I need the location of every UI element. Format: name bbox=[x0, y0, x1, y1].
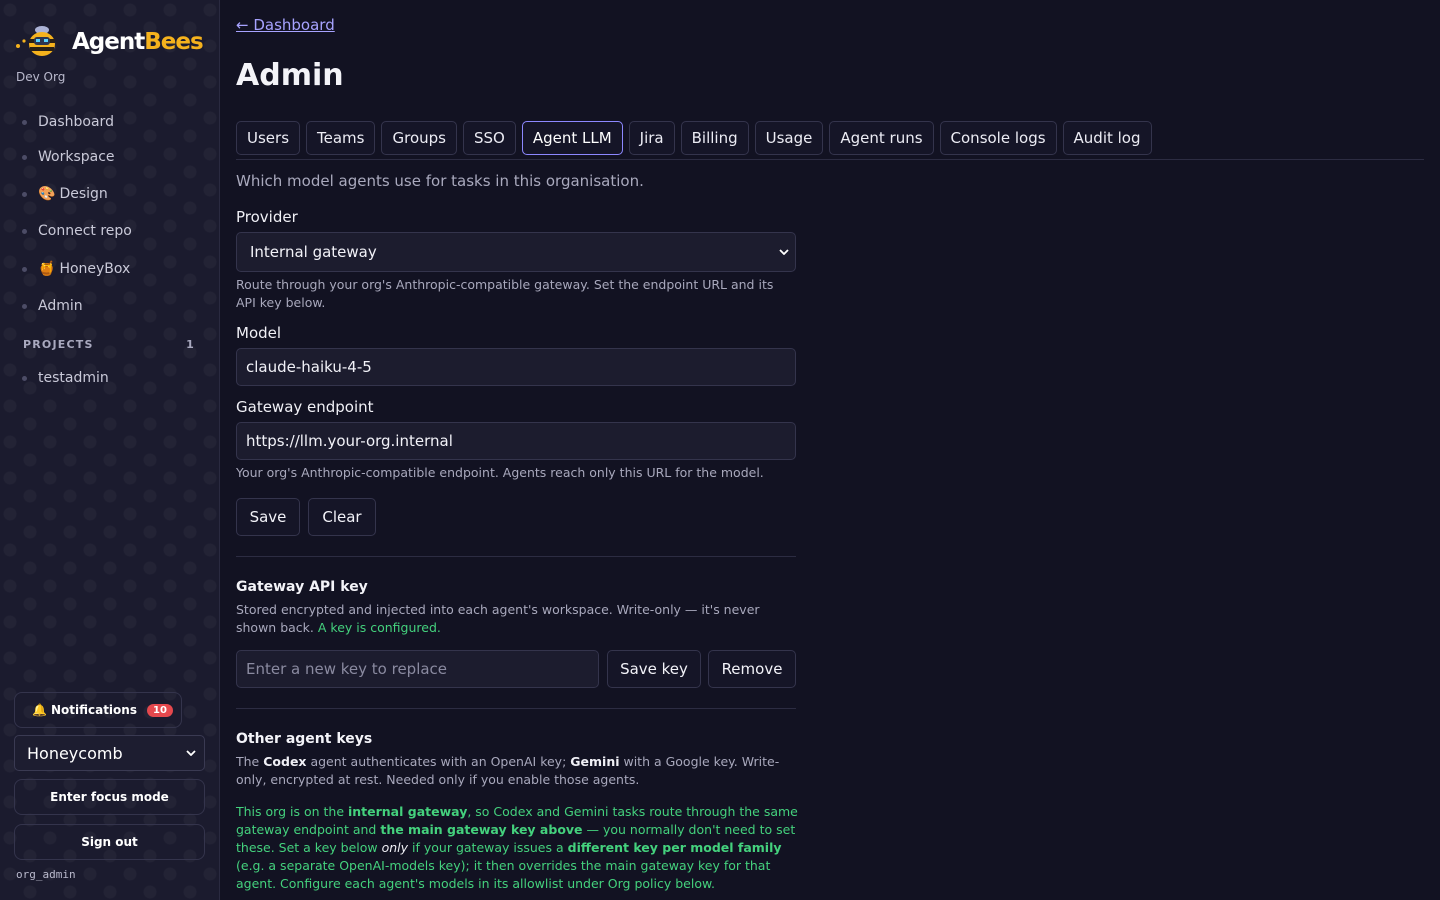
project-item-testadmin[interactable]: testadmin bbox=[22, 368, 109, 388]
tab-agent-runs[interactable]: Agent runs bbox=[829, 121, 934, 155]
note-bold: internal gateway bbox=[347, 804, 468, 819]
projects-heading-label: PROJECTS bbox=[23, 338, 94, 351]
other-agent-keys-help: The Codex agent authenticates with an Op… bbox=[236, 753, 796, 789]
palette-icon: 🎨 bbox=[38, 186, 56, 202]
note-bold: the main gateway key above bbox=[380, 822, 583, 837]
help-text: agent authenticates with an OpenAI key; bbox=[306, 754, 571, 769]
sidebar-item-label: Dashboard bbox=[38, 114, 114, 130]
note-text: if your gateway issues a bbox=[408, 840, 568, 855]
api-key-input[interactable]: Enter a new key to replace bbox=[236, 650, 599, 688]
bell-icon: 🔔 bbox=[32, 703, 47, 717]
sidebar-item-label: Connect repo bbox=[38, 223, 132, 239]
bee-logo-icon bbox=[16, 26, 55, 56]
other-agent-keys-title: Other agent keys bbox=[236, 731, 373, 747]
sidebar-item-honeybox[interactable]: 🍯 HoneyBox bbox=[0, 257, 220, 281]
focus-mode-button[interactable]: Enter focus mode bbox=[14, 779, 205, 815]
model-label: Model bbox=[236, 324, 282, 342]
tabs-divider bbox=[236, 159, 1424, 160]
note-text: (e.g. a separate OpenAI-models key); it … bbox=[236, 858, 771, 891]
tab-teams[interactable]: Teams bbox=[306, 121, 376, 155]
sidebar-item-label: Admin bbox=[38, 298, 83, 314]
brand-logo[interactable]: AgentBees bbox=[14, 22, 204, 62]
bullet-icon bbox=[22, 119, 27, 125]
bullet-icon bbox=[22, 154, 27, 160]
notifications-button[interactable]: 🔔 Notifications 10 bbox=[14, 692, 182, 728]
chevron-down-icon bbox=[779, 249, 789, 255]
back-to-dashboard-link[interactable]: ← Dashboard bbox=[236, 16, 335, 34]
note-text: This org is on the bbox=[236, 804, 348, 819]
api-key-status: A key is configured. bbox=[317, 620, 441, 635]
tab-usage[interactable]: Usage bbox=[754, 121, 824, 155]
api-key-help-text: Stored encrypted and injected into each … bbox=[236, 602, 760, 635]
clear-button[interactable]: Clear bbox=[308, 498, 376, 536]
note-bold: different key per model family bbox=[567, 840, 782, 855]
provider-label: Provider bbox=[236, 208, 298, 226]
sidebar-item-dashboard[interactable]: Dashboard bbox=[0, 110, 220, 134]
sidebar-item-design[interactable]: 🎨 Design bbox=[0, 182, 220, 206]
projects-count: 1 bbox=[186, 338, 195, 351]
sidebar-item-label: Design bbox=[59, 186, 108, 202]
gateway-api-key-help: Stored encrypted and injected into each … bbox=[236, 601, 796, 637]
sign-out-button[interactable]: Sign out bbox=[14, 824, 205, 860]
note-italic: only bbox=[381, 840, 409, 855]
team-select[interactable]: Honeycomb bbox=[14, 735, 205, 771]
sidebar-item-label: Workspace bbox=[38, 149, 115, 165]
gemini-label: Gemini bbox=[570, 754, 620, 769]
sidebar-nav: Dashboard Workspace 🎨 Design Connect rep… bbox=[0, 110, 220, 318]
sidebar-item-connect-repo[interactable]: Connect repo bbox=[0, 219, 220, 243]
team-select-value: Honeycomb bbox=[27, 743, 123, 763]
codex-label: Codex bbox=[263, 754, 307, 769]
sidebar-item-admin[interactable]: Admin bbox=[0, 294, 220, 318]
tab-sso[interactable]: SSO bbox=[462, 121, 516, 155]
sidebar-item-workspace[interactable]: Workspace bbox=[0, 145, 220, 169]
section-divider bbox=[236, 708, 796, 709]
provider-select[interactable]: Internal gateway bbox=[236, 232, 796, 272]
help-text: The bbox=[236, 754, 264, 769]
tab-agent-llm[interactable]: Agent LLM bbox=[521, 121, 623, 155]
save-key-button[interactable]: Save key bbox=[607, 650, 701, 688]
tab-console-logs[interactable]: Console logs bbox=[939, 121, 1057, 155]
page-title: Admin bbox=[236, 58, 344, 93]
bullet-icon bbox=[22, 375, 27, 381]
tab-billing[interactable]: Billing bbox=[680, 121, 749, 155]
provider-select-value: Internal gateway bbox=[250, 243, 377, 261]
gateway-routing-note: This org is on the internal gateway, so … bbox=[236, 803, 802, 893]
provider-help: Route through your org's Anthropic-compa… bbox=[236, 277, 774, 310]
remove-key-button[interactable]: Remove bbox=[708, 650, 796, 688]
username: org_admin bbox=[16, 868, 76, 881]
project-label: testadmin bbox=[38, 370, 109, 386]
honey-pot-icon: 🍯 bbox=[38, 261, 56, 277]
tab-users[interactable]: Users bbox=[236, 121, 301, 155]
bullet-icon bbox=[22, 303, 27, 309]
admin-tabs: Users Teams Groups SSO Agent LLM Jira Bi… bbox=[236, 121, 1158, 155]
section-divider bbox=[236, 556, 796, 557]
save-button[interactable]: Save bbox=[236, 498, 300, 536]
tab-groups[interactable]: Groups bbox=[381, 121, 457, 155]
tab-jira[interactable]: Jira bbox=[628, 121, 675, 155]
bullet-icon bbox=[22, 266, 27, 272]
model-input[interactable]: claude-haiku-4-5 bbox=[236, 348, 796, 386]
org-name: Dev Org bbox=[16, 70, 66, 84]
sidebar: AgentBees Dev Org Dashboard Workspace 🎨 … bbox=[0, 0, 220, 900]
sidebar-item-label: HoneyBox bbox=[59, 261, 131, 277]
endpoint-help: Your org's Anthropic-compatible endpoint… bbox=[236, 465, 764, 480]
chevron-down-icon bbox=[186, 750, 196, 756]
endpoint-input[interactable]: https://llm.your-org.internal bbox=[236, 422, 796, 460]
brand-name: AgentBees bbox=[72, 29, 204, 55]
tab-audit-log[interactable]: Audit log bbox=[1062, 121, 1152, 155]
api-key-placeholder: Enter a new key to replace bbox=[246, 660, 448, 678]
gateway-api-key-title: Gateway API key bbox=[236, 579, 368, 595]
intro-text: Which model agents use for tasks in this… bbox=[236, 172, 644, 190]
projects-heading: PROJECTS 1 bbox=[23, 338, 195, 351]
bullet-icon bbox=[22, 191, 27, 197]
notifications-label: Notifications bbox=[50, 703, 137, 717]
endpoint-label: Gateway endpoint bbox=[236, 398, 374, 416]
notifications-badge: 10 bbox=[146, 703, 173, 717]
bullet-icon bbox=[22, 228, 27, 234]
